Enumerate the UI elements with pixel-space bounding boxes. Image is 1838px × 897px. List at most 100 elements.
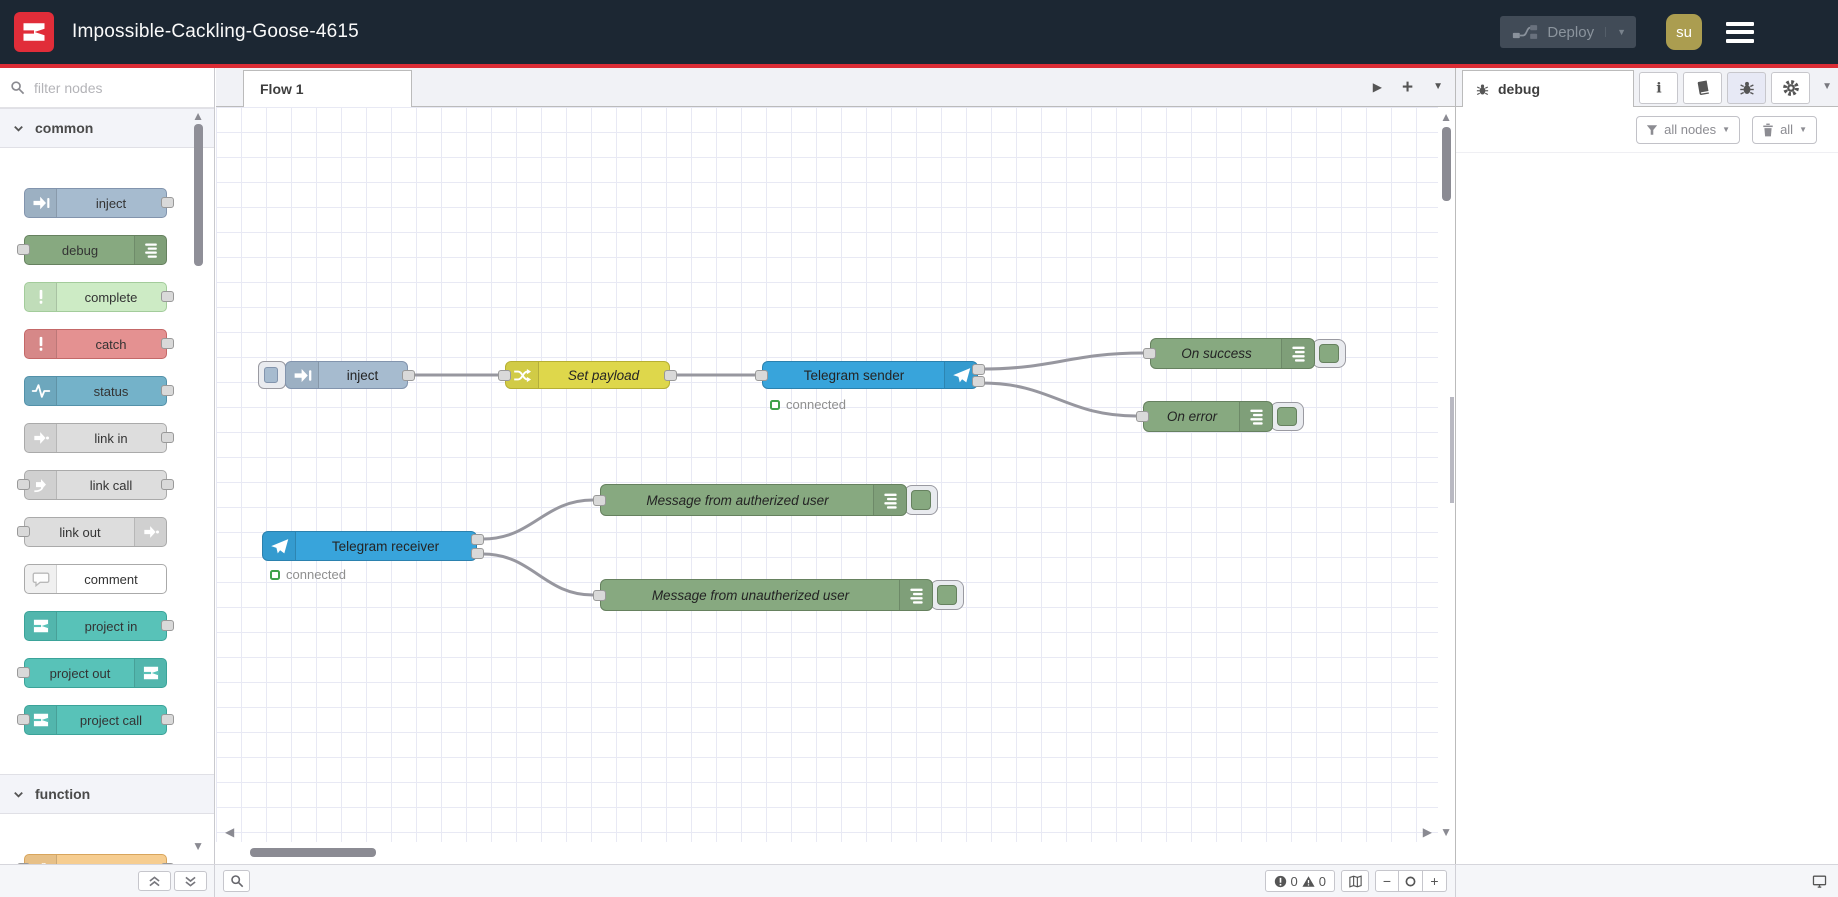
input-port[interactable] — [755, 370, 768, 381]
output-port[interactable] — [402, 370, 415, 381]
inject-node[interactable]: inject — [258, 361, 415, 389]
wire[interactable] — [482, 498, 594, 541]
input-port[interactable] — [17, 244, 30, 255]
hscroll-left-icon[interactable]: ◀ — [225, 826, 234, 838]
input-port[interactable] — [1136, 411, 1149, 422]
vscroll-up-icon[interactable]: ▲ — [1440, 111, 1452, 123]
hscroll-right-icon[interactable]: ▶ — [1423, 826, 1432, 838]
output-port[interactable] — [471, 548, 484, 559]
palette-search[interactable] — [0, 68, 214, 108]
output-port[interactable] — [471, 534, 484, 545]
palette-node-complete[interactable]: complete — [24, 282, 174, 312]
palette-node-link-in[interactable]: link in — [24, 423, 174, 453]
expand-all-button[interactable] — [174, 871, 207, 891]
instance-title: Impossible-Cackling-Goose-4615 — [72, 21, 359, 42]
input-port[interactable] — [593, 590, 606, 601]
search-icon — [230, 875, 243, 888]
hscrollbar-thumb[interactable] — [250, 848, 376, 857]
wire[interactable] — [981, 351, 1144, 371]
set-payload-node[interactable]: Set payload — [498, 361, 677, 389]
palette-node-link-call[interactable]: link call — [17, 470, 174, 500]
output-port[interactable] — [972, 364, 985, 375]
output-port[interactable] — [161, 291, 174, 302]
debug-toggle-button[interactable] — [1312, 339, 1346, 368]
on-success-node[interactable]: On success — [1143, 338, 1346, 369]
tab-list-icon[interactable]: ▶ — [1373, 81, 1382, 93]
output-port[interactable] — [161, 385, 174, 396]
input-port[interactable] — [17, 863, 30, 864]
palette-node-project-out[interactable]: project out — [17, 658, 167, 688]
sidebar-resize-handle[interactable] — [1450, 397, 1454, 503]
navigator-button[interactable] — [1341, 870, 1369, 892]
debug-toggle-button[interactable] — [1270, 402, 1304, 431]
output-port[interactable] — [161, 620, 174, 631]
palette-scroll-up-icon[interactable]: ▲ — [192, 110, 204, 122]
wire[interactable] — [482, 552, 594, 597]
deploy-button[interactable]: Deploy ▼ — [1500, 16, 1636, 48]
debug-toggle-button[interactable] — [904, 485, 938, 515]
input-port[interactable] — [17, 667, 30, 678]
palette-node-catch[interactable]: catch — [24, 329, 174, 359]
output-port[interactable] — [664, 370, 677, 381]
open-debug-window-button[interactable] — [1811, 873, 1828, 890]
output-port[interactable] — [161, 714, 174, 725]
output-port[interactable] — [161, 197, 174, 208]
zoom-in-button[interactable]: + — [1423, 870, 1447, 892]
message-from-autherized-user-node[interactable]: Message from autherized user — [593, 484, 938, 516]
add-flow-button[interactable]: + — [1402, 78, 1413, 97]
palette-category-function[interactable]: function — [0, 774, 214, 814]
tab-flow-1[interactable]: Flow 1 — [243, 70, 412, 107]
palette-node-comment[interactable]: comment — [24, 564, 167, 594]
palette-scroll-down-icon[interactable]: ▼ — [192, 840, 204, 852]
palette-node-project-in[interactable]: project in — [24, 611, 174, 641]
input-port[interactable] — [593, 495, 606, 506]
output-port[interactable] — [161, 479, 174, 490]
output-port[interactable] — [161, 432, 174, 443]
palette-node-function[interactable]: ffunction — [17, 854, 174, 864]
telegram-receiver-node[interactable]: Telegram receiver — [262, 531, 484, 561]
debug-toggle-button[interactable] — [930, 580, 964, 610]
sidebar-tab-help-button[interactable] — [1683, 72, 1722, 104]
canvas-search-button[interactable] — [223, 870, 250, 892]
main-menu-button[interactable] — [1726, 21, 1754, 43]
output-port[interactable] — [161, 338, 174, 349]
vscroll-down-icon[interactable]: ▼ — [1440, 826, 1452, 838]
sidebar-tab-info-button[interactable]: i — [1639, 72, 1678, 104]
input-port[interactable] — [17, 526, 30, 537]
sidebar-menu-caret[interactable]: ▼ — [1822, 81, 1832, 92]
input-port[interactable] — [17, 714, 30, 725]
palette-filter-input[interactable] — [32, 78, 204, 97]
input-port[interactable] — [498, 370, 511, 381]
palette-node-status[interactable]: status — [24, 376, 174, 406]
on-error-node[interactable]: On error — [1136, 401, 1304, 432]
palette-node-debug[interactable]: debug — [17, 235, 167, 265]
output-port[interactable] — [161, 863, 174, 864]
sidebar-tab-debug-button[interactable] — [1727, 72, 1766, 104]
palette-scrollbar-thumb[interactable] — [194, 124, 203, 266]
input-port[interactable] — [17, 479, 30, 490]
zoom-reset-button[interactable] — [1399, 870, 1423, 892]
debug-clear-button[interactable]: all ▼ — [1752, 115, 1817, 144]
flow-canvas[interactable]: inject Set payload Telegram sender On succe… — [216, 107, 1455, 864]
input-port[interactable] — [1143, 348, 1156, 359]
tab-debug[interactable]: debug — [1462, 70, 1634, 107]
zoom-out-button[interactable]: − — [1375, 870, 1399, 892]
collapse-all-button[interactable] — [138, 871, 171, 891]
notification-counts[interactable]: 0 0 — [1264, 870, 1335, 892]
sidebar-tab-config-button[interactable] — [1771, 72, 1810, 104]
deploy-options-caret[interactable]: ▼ — [1605, 27, 1626, 37]
palette-node-link-out[interactable]: link out — [17, 517, 167, 547]
user-avatar[interactable]: su — [1666, 14, 1702, 50]
wire[interactable] — [981, 381, 1137, 418]
debug-filter-button[interactable]: all nodes ▼ — [1636, 115, 1741, 144]
palette-node-list: ffunction — [0, 814, 214, 864]
palette-category-common[interactable]: common — [0, 108, 214, 148]
vscrollbar-thumb[interactable] — [1442, 127, 1451, 201]
inject-run-button[interactable] — [258, 361, 286, 389]
flow-menu-caret[interactable]: ▼ — [1433, 82, 1443, 92]
telegram-sender-node[interactable]: Telegram sender — [755, 361, 985, 389]
message-from-unautherized-user-node[interactable]: Message from unautherized user — [593, 579, 964, 611]
palette-node-inject[interactable]: inject — [24, 188, 174, 218]
output-port[interactable] — [972, 376, 985, 387]
palette-node-project-call[interactable]: project call — [17, 705, 174, 735]
